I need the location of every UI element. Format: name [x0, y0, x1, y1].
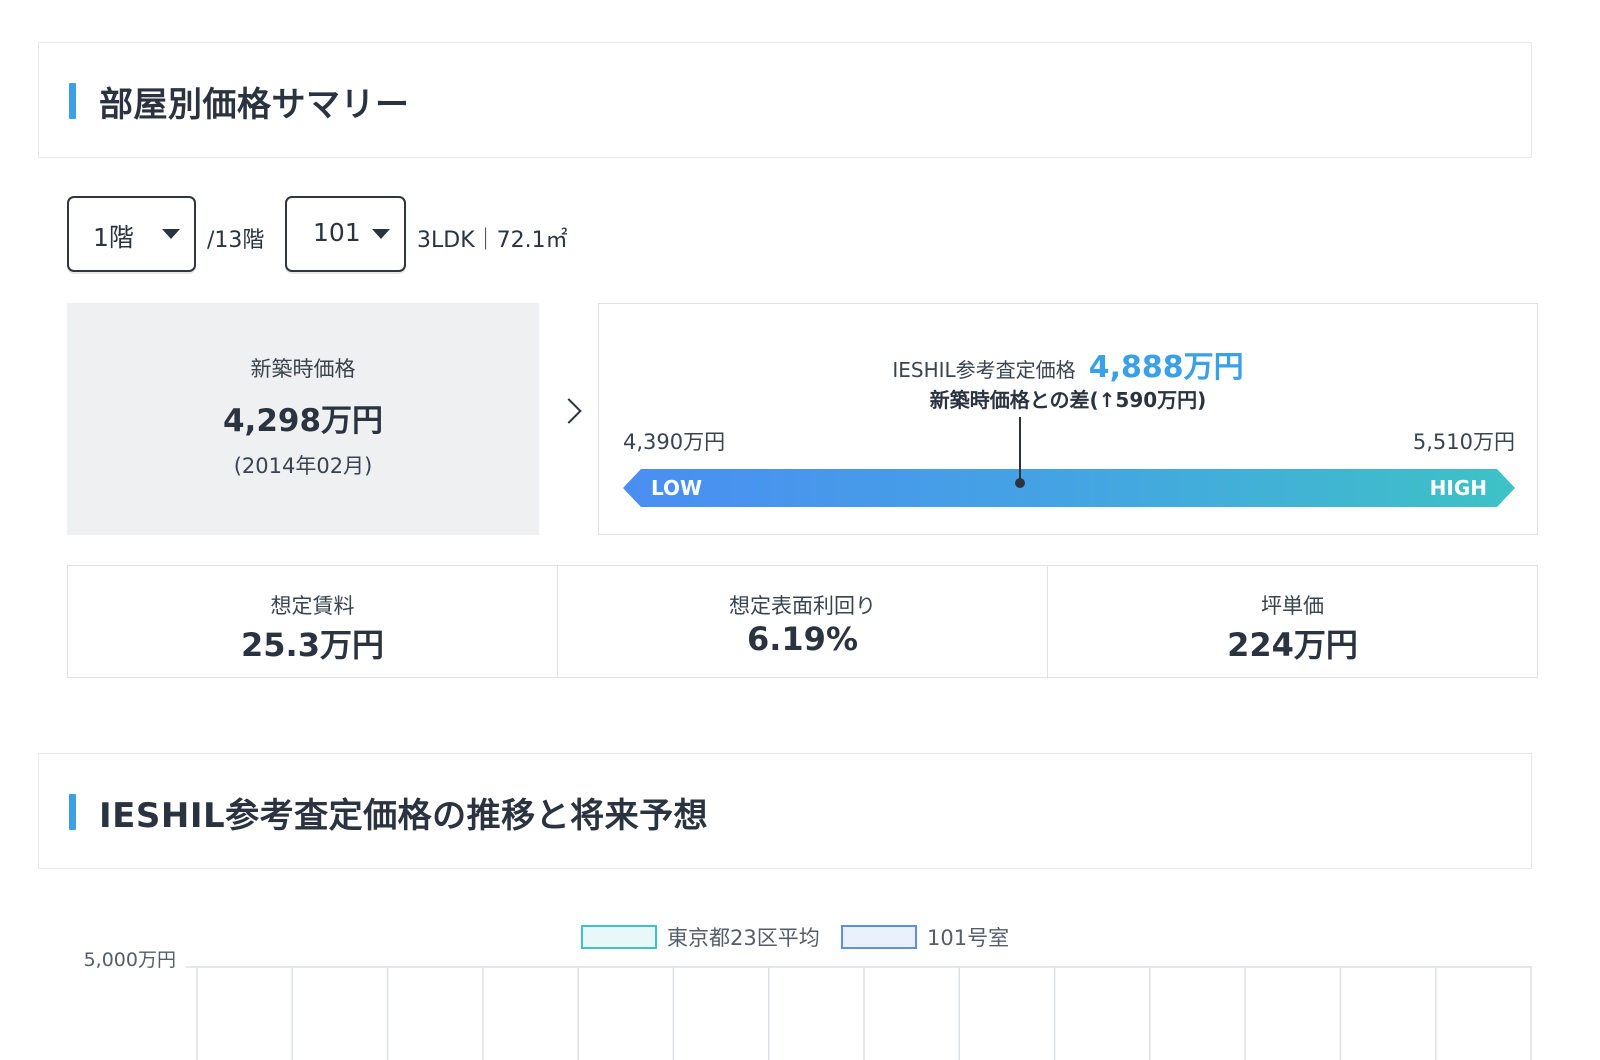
floor-select-value: 1階	[93, 223, 134, 252]
appraisal-label: IESHIL参考査定価格	[892, 358, 1076, 382]
stat-tsubo-price: 坪単価 224万円	[1048, 566, 1537, 677]
estimate-marker-dot	[1014, 478, 1025, 488]
new-price-card: 新築時価格 4,298万円 (2014年02月)	[67, 303, 539, 535]
estimate-marker-line	[1018, 417, 1021, 483]
floor-select[interactable]: 1階	[67, 196, 196, 272]
total-floors-text: /13階	[207, 228, 265, 253]
price-range-bar: LOW HIGH	[623, 469, 1515, 507]
stat-yield: 想定表面利回り 6.19%	[558, 566, 1048, 677]
new-price-date: (2014年02月)	[233, 454, 373, 478]
stat-value: 224万円	[1227, 626, 1358, 664]
new-price-label: 新築時価格	[250, 357, 356, 381]
trend-section-title: IESHIL参考査定価格の推移と将来予想	[99, 796, 709, 836]
low-label: LOW	[651, 476, 703, 500]
trend-section-header: IESHIL参考査定価格の推移と将来予想	[38, 753, 1532, 869]
chevron-right-icon	[556, 398, 582, 424]
appraisal-value: 4,888万円	[1088, 350, 1244, 385]
appraisal-diff: 新築時価格との差(↑590万円)	[929, 388, 1207, 412]
room-select-value: 101	[313, 218, 361, 247]
room-select[interactable]: 101	[285, 196, 406, 272]
trend-chart: 5,000万円	[84, 949, 1532, 1060]
range-high-value: 5,510万円	[1412, 430, 1515, 454]
stats-table: 想定賃料 25.3万円 想定表面利回り 6.19% 坪単価 224万円	[67, 565, 1538, 678]
stat-value: 25.3万円	[241, 626, 384, 664]
stat-value: 6.19%	[746, 620, 858, 658]
range-low-value: 4,390万円	[623, 430, 726, 454]
caret-down-icon	[162, 229, 180, 239]
layout-info: 3LDK｜72.1㎡	[417, 228, 568, 253]
high-label: HIGH	[1429, 476, 1487, 500]
new-price-value: 4,298万円	[222, 403, 384, 439]
appraisal-headline: IESHIL参考査定価格 4,888万円	[599, 342, 1537, 386]
grid-lines-vertical	[196, 967, 1532, 1060]
stat-label: 想定賃料	[270, 594, 355, 618]
appraisal-card: IESHIL参考査定価格 4,888万円 新築時価格との差(↑590万円) 4,…	[598, 303, 1538, 535]
y-tick-label: 5,000万円	[84, 949, 176, 971]
section-accent-bar	[69, 794, 76, 830]
stat-label: 想定表面利回り	[729, 594, 876, 618]
section-accent-bar	[69, 83, 76, 119]
summary-section-title: 部屋別価格サマリー	[99, 85, 410, 125]
stat-rent: 想定賃料 25.3万円	[68, 566, 558, 677]
stat-label: 坪単価	[1261, 594, 1324, 618]
caret-down-icon	[372, 229, 390, 239]
summary-section-header: 部屋別価格サマリー	[38, 42, 1532, 158]
